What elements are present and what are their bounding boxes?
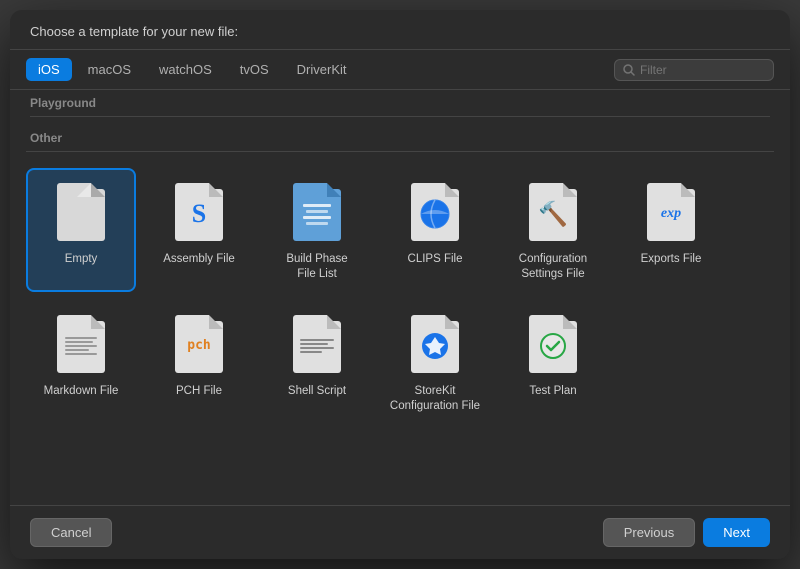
- config-hammer-icon: 🔨: [538, 200, 568, 229]
- item-build-icon: [289, 180, 345, 244]
- filter-icon: [623, 64, 635, 76]
- items-grid: Empty S: [26, 160, 774, 432]
- item-storekit-icon: [407, 312, 463, 376]
- tab-watchos[interactable]: watchOS: [147, 58, 224, 81]
- item-assembly-icon: S: [171, 180, 227, 244]
- item-assembly-label: Assembly File: [163, 252, 235, 267]
- previous-button[interactable]: Previous: [603, 518, 696, 547]
- item-exports-label: Exports File: [641, 252, 702, 267]
- testplan-checkmark-icon: [539, 332, 567, 360]
- tab-driverkit[interactable]: DriverKit: [285, 58, 359, 81]
- item-pch-icon: pch: [171, 312, 227, 376]
- item-testplan-icon: [525, 312, 581, 376]
- item-testplan[interactable]: Test Plan: [498, 300, 608, 424]
- item-exports[interactable]: exp Exports File: [616, 168, 726, 292]
- tab-ios[interactable]: iOS: [26, 58, 72, 81]
- item-storekit-label: StoreKitConfiguration File: [390, 384, 480, 414]
- dialog-title: Choose a template for your new file:: [10, 10, 790, 50]
- item-clips-icon: [407, 180, 463, 244]
- section-other: Other Empty: [26, 121, 774, 432]
- item-empty-label: Empty: [65, 252, 98, 267]
- item-config[interactable]: 🔨 ConfigurationSettings File: [498, 168, 608, 292]
- nav-buttons: Previous Next: [603, 518, 770, 547]
- tab-bar: iOS macOS watchOS tvOS DriverKit: [10, 50, 790, 90]
- item-pch[interactable]: pch PCH File: [144, 300, 254, 424]
- item-empty-icon: [53, 180, 109, 244]
- item-shell[interactable]: Shell Script: [262, 300, 372, 424]
- item-markdown-icon: [53, 312, 109, 376]
- section-playground-header: Playground: [30, 96, 770, 117]
- item-storekit[interactable]: StoreKitConfiguration File: [380, 300, 490, 424]
- item-assembly[interactable]: S Assembly File: [144, 168, 254, 292]
- main-dialog: Choose a template for your new file: iOS…: [10, 10, 790, 559]
- filter-input[interactable]: [640, 63, 760, 77]
- footer: Cancel Previous Next: [10, 505, 790, 559]
- cancel-button[interactable]: Cancel: [30, 518, 112, 547]
- item-config-label: ConfigurationSettings File: [519, 252, 587, 282]
- assembly-s-letter: S: [192, 199, 206, 229]
- storekit-logo-icon: [420, 331, 450, 361]
- item-config-icon: 🔨: [525, 180, 581, 244]
- item-clips-label: CLIPS File: [408, 252, 463, 267]
- item-testplan-label: Test Plan: [529, 384, 576, 399]
- section-playground: Playground: [26, 90, 774, 121]
- item-clips[interactable]: CLIPS File: [380, 168, 490, 292]
- item-build[interactable]: Build PhaseFile List: [262, 168, 372, 292]
- item-markdown[interactable]: Markdown File: [26, 300, 136, 424]
- next-button[interactable]: Next: [703, 518, 770, 547]
- item-markdown-label: Markdown File: [44, 384, 119, 399]
- filter-field[interactable]: [614, 59, 774, 81]
- item-shell-icon: [289, 312, 345, 376]
- tab-macos[interactable]: macOS: [76, 58, 143, 81]
- item-shell-label: Shell Script: [288, 384, 346, 399]
- pch-text: pch: [187, 338, 210, 353]
- item-pch-label: PCH File: [176, 384, 222, 399]
- item-empty[interactable]: Empty: [26, 168, 136, 292]
- exports-exp-text: exp: [661, 206, 681, 222]
- item-build-label: Build PhaseFile List: [286, 252, 347, 282]
- section-other-header: Other: [26, 121, 774, 152]
- item-exports-icon: exp: [643, 180, 699, 244]
- content-area: Playground Other Empty: [10, 90, 790, 505]
- clips-sphere-icon: [419, 198, 451, 230]
- tab-tvos[interactable]: tvOS: [228, 58, 281, 81]
